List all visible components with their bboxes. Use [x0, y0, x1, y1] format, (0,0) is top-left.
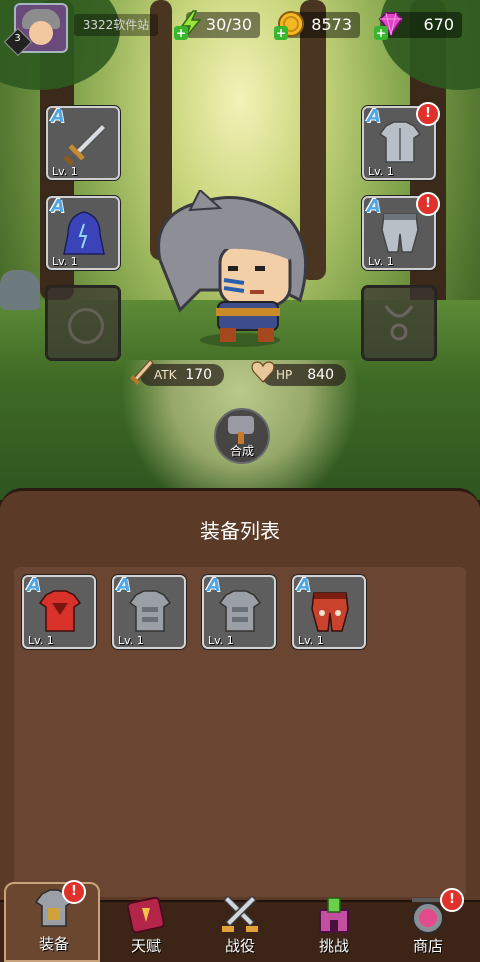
- bottom-nav: 装备 ! 天赋 战役 挑战 商店 !: [0, 880, 480, 962]
- tab-alert-icon: !: [440, 888, 464, 912]
- equip-slot-ring-empty[interactable]: [46, 286, 120, 360]
- inventory-item[interactable]: A Lv. 1: [202, 575, 276, 649]
- grade-label: A: [51, 196, 65, 217]
- hp-stat: HP 840: [251, 361, 346, 386]
- add-gem-icon[interactable]: +: [374, 26, 388, 40]
- grade-label: A: [367, 106, 381, 127]
- equip-slot-armor[interactable]: A Lv. 1 !: [362, 102, 440, 180]
- add-gold-icon[interactable]: +: [274, 26, 288, 40]
- gold-value: 8573: [311, 15, 352, 34]
- grade-label: A: [51, 106, 65, 127]
- grey-chest-armor-icon: [128, 590, 172, 632]
- level-label: Lv. 1: [368, 255, 394, 268]
- equipment-grid: A Lv. 1 A Lv. 1 A Lv. 1 A Lv. 1: [14, 567, 466, 897]
- equip-slot-amulet-empty[interactable]: [362, 286, 436, 360]
- equip-slot-pants[interactable]: A Lv. 1 !: [362, 192, 440, 270]
- heart-stat-icon: [251, 361, 275, 383]
- chest-armor-icon: [378, 121, 422, 163]
- tab-label: 商店: [412, 937, 443, 955]
- grade-label: A: [27, 575, 41, 596]
- energy-value: 30/30: [205, 15, 252, 34]
- tab-shop[interactable]: 商店 !: [380, 888, 476, 962]
- avatar-face: [29, 21, 53, 45]
- grade-label: A: [297, 575, 311, 596]
- amulet-placeholder-icon: [384, 305, 414, 341]
- level-label: Lv. 1: [208, 634, 234, 647]
- rock: [0, 270, 40, 310]
- inventory-item[interactable]: A Lv. 1: [22, 575, 96, 649]
- upgrade-alert-icon: !: [416, 192, 440, 216]
- level-label: Lv. 1: [118, 634, 144, 647]
- sword-icon: [63, 122, 106, 166]
- hp-value: 840: [307, 367, 334, 383]
- leg-armor-icon: [381, 213, 419, 253]
- grade-label: A: [207, 575, 221, 596]
- crossed-swords-icon: [222, 896, 258, 932]
- grade-label: A: [117, 575, 131, 596]
- equipment-list-panel: 装备列表 A Lv. 1 A Lv. 1 A Lv. 1 A Lv. 1: [0, 488, 480, 903]
- site-label: 3322软件站: [74, 14, 158, 36]
- ring-placeholder-icon: [68, 308, 104, 344]
- red-chest-armor-icon: [38, 590, 82, 632]
- atk-value: 170: [185, 367, 212, 383]
- sword-stat-icon: [130, 359, 154, 385]
- top-bar: 3 3322软件站 + 30/30 + 8573 + 670: [0, 0, 480, 57]
- grade-label: A: [367, 196, 381, 217]
- equip-slot-cloak[interactable]: A Lv. 1: [46, 196, 120, 270]
- energy-counter[interactable]: + 30/30: [174, 10, 260, 40]
- gold-counter[interactable]: + 8573: [274, 11, 360, 40]
- hp-label: HP: [276, 368, 293, 382]
- atk-stat: ATK 170: [130, 359, 224, 386]
- add-energy-icon[interactable]: +: [174, 26, 188, 40]
- inventory-item[interactable]: A Lv. 1: [112, 575, 186, 649]
- gem-value: 670: [423, 15, 454, 34]
- upgrade-alert-icon: !: [416, 102, 440, 126]
- cloak-icon: [63, 211, 105, 255]
- tab-talent[interactable]: 天赋: [98, 896, 194, 962]
- level-label: Lv. 1: [368, 165, 394, 178]
- gem-counter[interactable]: + 670: [374, 12, 462, 40]
- tab-alert-icon: !: [62, 880, 86, 904]
- tab-equipment[interactable]: 装备 !: [4, 880, 100, 962]
- castle-icon: [319, 897, 349, 933]
- atk-label: ATK: [154, 368, 177, 382]
- hero-character: [157, 190, 308, 347]
- tab-label: 战役: [224, 937, 255, 955]
- panel-title: 装备列表: [200, 519, 280, 543]
- level-label: Lv. 1: [52, 165, 78, 178]
- tab-challenge[interactable]: 挑战: [286, 897, 382, 962]
- tab-label: 装备: [38, 935, 69, 953]
- inventory-item[interactable]: A Lv. 1: [292, 575, 366, 649]
- level-label: Lv. 1: [298, 634, 324, 647]
- level-label: Lv. 1: [52, 255, 78, 268]
- spellbook-icon: [126, 896, 165, 934]
- tab-campaign[interactable]: 战役: [192, 896, 288, 962]
- level-label: Lv. 1: [28, 634, 54, 647]
- grey-chest-armor-icon: [218, 590, 262, 632]
- merge-label: 合成: [229, 444, 254, 458]
- red-pants-icon: [311, 592, 349, 632]
- tab-label: 挑战: [318, 937, 349, 955]
- equip-slot-weapon[interactable]: A Lv. 1: [46, 106, 120, 180]
- player-level: 3: [14, 33, 21, 44]
- merge-button[interactable]: 合成: [214, 408, 270, 464]
- tab-label: 天赋: [130, 937, 161, 955]
